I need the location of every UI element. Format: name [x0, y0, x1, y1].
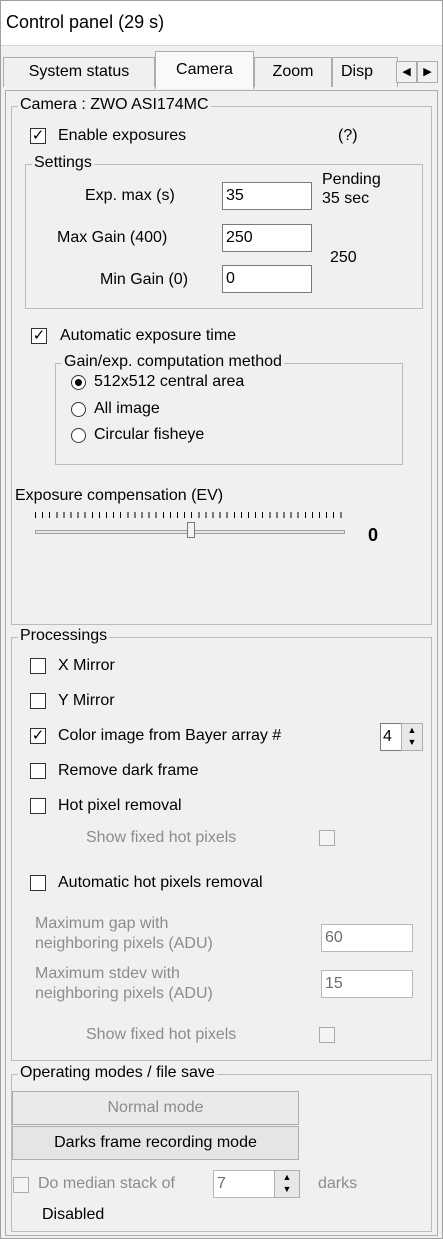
auto-exposure-checkbox[interactable]: ✓ [31, 328, 47, 344]
show-fixed-label-2: Show fixed hot pixels [86, 1026, 237, 1043]
bayer-input[interactable]: 4 [380, 723, 402, 751]
auto-hot-checkbox[interactable] [30, 875, 46, 891]
tab-zoom[interactable]: Zoom [254, 57, 332, 87]
enable-exposures-checkbox[interactable]: ✓ [30, 128, 46, 144]
radio-central-area[interactable] [71, 375, 86, 390]
tab-scroll-left-icon[interactable]: ◀ [396, 61, 417, 83]
max-stdev-label-2: neighboring pixels (ADU) [35, 985, 213, 1002]
tab-camera[interactable]: Camera [155, 51, 254, 89]
max-gain-input[interactable]: 250 [222, 224, 312, 252]
method-group: Gain/exp. computation method 512x512 cen… [55, 353, 403, 465]
x-mirror-label: X Mirror [58, 657, 115, 674]
median-count-input[interactable]: 7 [213, 1170, 275, 1198]
show-fixed-checkbox-2[interactable] [319, 1027, 335, 1043]
operating-modes-group: Operating modes / file save Normal mode … [11, 1064, 432, 1232]
ev-label: Exposure compensation (EV) [15, 487, 224, 504]
option-all-image: All image [94, 400, 160, 417]
exp-max-label: Exp. max (s) [85, 187, 175, 204]
hot-pixel-label: Hot pixel removal [58, 797, 182, 814]
max-stdev-input[interactable]: 15 [321, 970, 413, 998]
processings-group: Processings X Mirror Y Mirror ✓ Color im… [11, 627, 432, 1061]
auto-exposure-label: Automatic exposure time [60, 327, 237, 344]
max-stdev-label-1: Maximum stdev with [35, 965, 180, 982]
status-text: Disabled [42, 1206, 105, 1223]
tab-scroll-right-icon[interactable]: ▶ [417, 61, 438, 83]
radio-circular-fisheye[interactable] [71, 428, 86, 443]
camera-tab-page: Camera : ZWO ASI174MC ✓ Enable exposures… [5, 90, 438, 1236]
color-bayer-checkbox[interactable]: ✓ [30, 728, 46, 744]
camera-group: Camera : ZWO ASI174MC ✓ Enable exposures… [11, 96, 432, 625]
title-bar: Control panel (29 s) [1, 1, 442, 46]
x-mirror-checkbox[interactable] [30, 658, 46, 674]
median-count-spinner[interactable]: ▲ ▼ [274, 1170, 300, 1198]
remove-dark-label: Remove dark frame [58, 762, 199, 779]
current-gain-value: 250 [330, 249, 357, 266]
median-stack-checkbox[interactable] [13, 1177, 29, 1193]
enable-exposures-label: Enable exposures [58, 127, 187, 144]
ev-value: 0 [368, 525, 379, 545]
tab-strip: System status Camera Zoom Disp [1, 51, 442, 91]
y-mirror-checkbox[interactable] [30, 693, 46, 709]
settings-group-label: Settings [32, 154, 94, 172]
min-gain-input[interactable]: 0 [222, 265, 312, 293]
exp-max-input[interactable]: 35 [222, 182, 312, 210]
show-fixed-checkbox-1[interactable] [319, 830, 335, 846]
ev-slider-ticks [35, 512, 345, 518]
darks-label: darks [318, 1175, 358, 1192]
auto-hot-label: Automatic hot pixels removal [58, 874, 263, 891]
processings-group-label: Processings [18, 627, 110, 645]
min-gain-label: Min Gain (0) [100, 271, 189, 288]
y-mirror-label: Y Mirror [58, 692, 115, 709]
ev-slider-thumb[interactable] [187, 522, 195, 538]
settings-group: Settings Exp. max (s) 35 Pending 35 sec … [25, 154, 423, 309]
max-gap-label-2: neighboring pixels (ADU) [35, 935, 213, 952]
tab-system-status[interactable]: System status [3, 57, 155, 87]
option-circular-fisheye: Circular fisheye [94, 426, 205, 443]
method-group-label: Gain/exp. computation method [62, 353, 284, 371]
show-fixed-label-1: Show fixed hot pixels [86, 829, 237, 846]
darks-recording-button[interactable]: Darks frame recording mode [12, 1126, 299, 1160]
option-central-area: 512x512 central area [94, 373, 245, 390]
radio-all-image[interactable] [71, 402, 86, 417]
camera-group-label: Camera : ZWO ASI174MC [18, 96, 211, 114]
max-gap-label-1: Maximum gap with [35, 915, 169, 932]
ev-slider[interactable] [35, 512, 351, 542]
pending-value: 35 sec [322, 190, 370, 207]
bayer-spinner[interactable]: ▲ ▼ [401, 723, 423, 751]
remove-dark-checkbox[interactable] [30, 763, 46, 779]
max-gain-label: Max Gain (400) [57, 229, 168, 246]
control-panel-window: Control panel (29 s) System status Camer… [0, 0, 443, 1239]
window-title: Control panel (29 s) [6, 12, 165, 32]
color-bayer-label: Color image from Bayer array # [58, 727, 282, 744]
tab-display[interactable]: Disp [332, 57, 398, 87]
normal-mode-button[interactable]: Normal mode [12, 1091, 299, 1125]
max-gap-input[interactable]: 60 [321, 924, 413, 952]
help-link[interactable]: (?) [338, 127, 358, 145]
median-stack-label: Do median stack of [38, 1175, 175, 1192]
pending-label: Pending [322, 171, 381, 188]
operating-modes-group-label: Operating modes / file save [18, 1064, 217, 1082]
hot-pixel-checkbox[interactable] [30, 798, 46, 814]
